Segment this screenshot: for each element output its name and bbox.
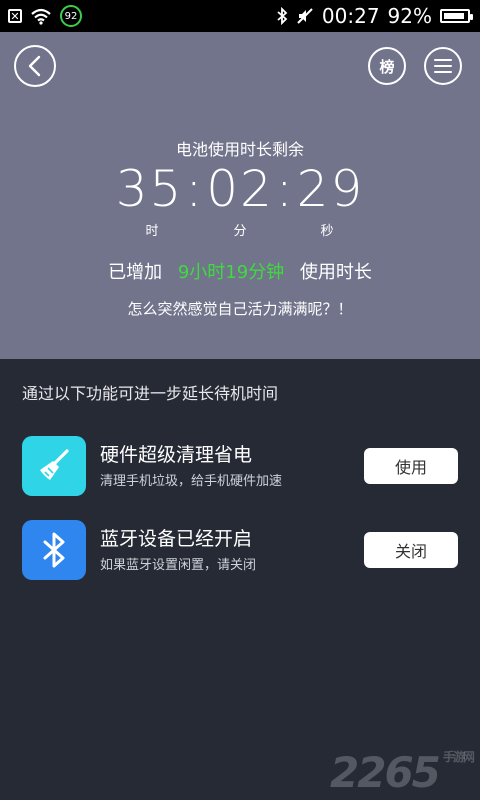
- encouragement-tip: 怎么突然感觉自己活力满满呢？！: [127, 300, 353, 318]
- ranking-label: 榜: [379, 57, 395, 76]
- battery-hero: 榜 电池使用时长剩余 35 : 02 : 29 时 分 秒 已增加 9小时19分…: [0, 32, 480, 359]
- battery-percent: 92%: [387, 4, 432, 28]
- added-suffix: 使用时长: [299, 262, 372, 283]
- wifi-icon: [31, 8, 51, 25]
- menu-button[interactable]: [424, 47, 462, 85]
- watermark-main: 2265: [330, 748, 441, 797]
- unit-minutes: 分: [233, 224, 247, 239]
- ranking-button[interactable]: 榜: [368, 47, 406, 85]
- feature-desc: 如果蓝牙设置闲置，请关闭: [100, 558, 257, 573]
- broom-icon: [40, 449, 69, 480]
- chevron-left-icon: [28, 55, 41, 77]
- status-time: 00:27: [321, 4, 380, 28]
- countdown-timer: 35 : 02 : 29: [0, 160, 480, 218]
- timer-separator: :: [275, 160, 295, 218]
- feature-cleanup: 硬件超级清理省电 清理手机垃圾，给手机硬件加速 使用: [22, 436, 462, 506]
- bluetooth-status-icon: [277, 7, 288, 25]
- feature-title: 硬件超级清理省电: [100, 444, 253, 466]
- signal-badge: 92: [60, 5, 82, 27]
- added-time-line: 已增加 9小时19分钟 使用时长: [0, 258, 480, 284]
- timer-separator: :: [185, 160, 205, 218]
- feature-bluetooth: 蓝牙设备已经开启 如果蓝牙设置闲置，请关闭 关闭: [22, 520, 462, 590]
- unit-seconds: 秒: [320, 224, 334, 239]
- use-button[interactable]: 使用: [364, 448, 458, 484]
- remaining-time-title: 电池使用时长剩余: [175, 140, 304, 159]
- back-button[interactable]: [14, 45, 56, 87]
- hamburger-icon: [434, 59, 452, 73]
- feature-title: 蓝牙设备已经开启: [100, 528, 253, 550]
- watermark-logo: 2265 手游网: [330, 748, 475, 797]
- battery-fill: [444, 13, 464, 19]
- feature-desc: 清理手机垃圾，给手机硬件加速: [100, 474, 283, 489]
- unit-hours: 时: [145, 224, 159, 239]
- bluetooth-icon: [43, 532, 65, 568]
- added-value: 9小时19分钟: [177, 262, 285, 283]
- feature-icon-box: [22, 436, 86, 496]
- battery-icon: [440, 9, 473, 23]
- added-prefix: 已增加: [108, 262, 163, 283]
- close-button[interactable]: 关闭: [364, 532, 458, 568]
- section-title: 通过以下功能可进一步延长待机时间: [22, 384, 279, 403]
- watermark-sub: 手游网: [442, 750, 475, 764]
- mute-icon: [297, 8, 313, 24]
- timer-seconds: 29: [296, 160, 365, 218]
- notification-x-icon: ✕: [8, 9, 22, 23]
- timer-hours: 35: [115, 160, 184, 218]
- timer-minutes: 02: [206, 160, 274, 218]
- status-bar: ✕ 92 00:27 92%: [0, 0, 480, 32]
- feature-icon-box: [22, 520, 86, 580]
